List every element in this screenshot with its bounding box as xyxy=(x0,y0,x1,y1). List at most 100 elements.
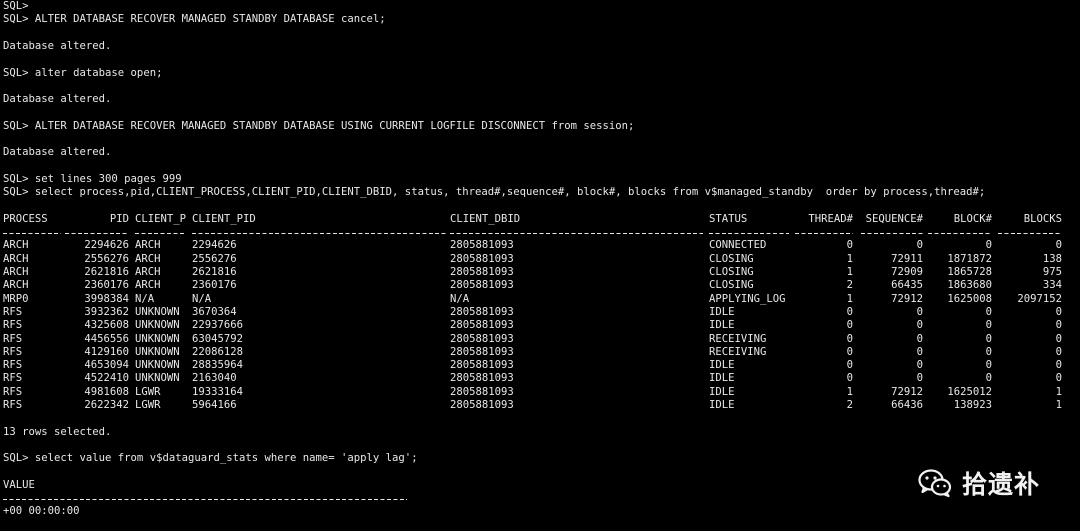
table-cell: 22086128 xyxy=(192,345,244,358)
table-cell: 0 xyxy=(916,319,923,332)
table-cell: UNKNOWN xyxy=(135,345,180,358)
table-row: ARCH 2621816 ARCH 2621816 2805881093 CLOSING 1… xyxy=(3,266,1079,279)
table-cell: N/A xyxy=(192,292,212,305)
table-cell: 4129160 xyxy=(84,345,129,358)
table-cell: N/A xyxy=(135,292,155,305)
table-cell: 975 xyxy=(1042,266,1062,278)
table-cell: 1 xyxy=(846,266,853,278)
terminal-output[interactable]: SQL> SQL> ALTER DATABASE RECOVER MANAGED … xyxy=(3,0,1079,531)
table-cell: RFS xyxy=(3,319,23,332)
table-cell: 2097152 xyxy=(1017,292,1062,305)
table-cell: 0 xyxy=(985,359,992,372)
table-cell: 0 xyxy=(846,319,853,332)
table-row: RFS 4325608 UNKNOWN 22937666 2805881093 IDLE 0… xyxy=(3,319,1079,332)
column-header: BLOCK# xyxy=(953,212,992,225)
table-cell: 2805881093 xyxy=(450,252,514,265)
table-cell: 0 xyxy=(985,332,992,345)
table-cell: 1 xyxy=(846,252,853,265)
table-cell: 2805881093 xyxy=(450,279,514,292)
console-line: SQL> select value from v$dataguard_stats… xyxy=(3,452,418,465)
table-row: RFS 4522410 UNKNOWN 2163040 2805881093 IDLE 0 0… xyxy=(3,372,1079,385)
table-cell: N/A xyxy=(450,292,470,305)
table-cell: ARCH xyxy=(3,266,29,278)
table-cell: 2805881093 xyxy=(450,332,514,345)
table-cell: 1865728 xyxy=(947,266,992,278)
table-cell: 2805881093 xyxy=(450,399,514,411)
table-cell: LGWR xyxy=(135,399,161,411)
table-row: ARCH 2294626 ARCH 2294626 2805881093 CONNECTE… xyxy=(3,239,1079,252)
watermark-text: 拾遗补 xyxy=(962,470,1041,499)
table-cell: 2360176 xyxy=(192,279,237,292)
dash-rule xyxy=(861,226,923,240)
table-cell: UNKNOWN xyxy=(135,305,180,318)
table-cell: 2805881093 xyxy=(450,372,514,385)
table-cell: 0 xyxy=(985,319,992,332)
table-cell: RFS xyxy=(3,399,23,411)
table-cell: 0 xyxy=(985,372,992,385)
table-row: ARCH 2360176 ARCH 2360176 2805881093 CLOSING 2… xyxy=(3,279,1079,292)
table-cell: 0 xyxy=(985,239,992,252)
column-header: PID xyxy=(109,212,129,225)
table-cell: 63045792 xyxy=(192,332,244,345)
table-cell: 4653094 xyxy=(84,359,129,372)
table-cell: ARCH xyxy=(135,252,161,265)
table-cell: 0 xyxy=(1055,359,1062,372)
console-line: SQL> set lines 300 pages 999 xyxy=(3,172,182,185)
dash-rule xyxy=(709,226,789,240)
table-cell: 3998384 xyxy=(84,292,129,305)
table-cell: 5964166 xyxy=(192,399,237,411)
console-line: Database altered. xyxy=(3,93,112,106)
table-cell: 28835964 xyxy=(192,359,244,372)
table-cell: 19333164 xyxy=(192,385,244,398)
table-cell: 2805881093 xyxy=(450,305,514,318)
table-cell: RFS xyxy=(3,385,23,398)
table-cell: ARCH xyxy=(3,279,29,292)
table-cell: 0 xyxy=(916,372,923,385)
console-line: Database altered. xyxy=(3,146,112,159)
table-cell: 2 xyxy=(846,279,853,292)
table-cell: 2805881093 xyxy=(450,239,514,252)
table-row: RFS 4456556 UNKNOWN 63045792 2805881093 RECEI… xyxy=(3,333,1079,346)
table-cell: ARCH xyxy=(135,239,161,252)
table-cell: 0 xyxy=(846,359,853,372)
table-cell: RFS xyxy=(3,359,23,372)
table-row: RFS 3932362 UNKNOWN 3670364 2805881093 IDLE 0 0… xyxy=(3,306,1079,319)
table-cell: 0 xyxy=(1055,332,1062,345)
console-line: Database altered. xyxy=(3,39,112,52)
dash-rule xyxy=(450,226,703,240)
watermark: 拾遗补 xyxy=(918,461,1040,505)
table-cell: 1863680 xyxy=(947,279,992,292)
table-cell: 4522410 xyxy=(84,372,129,385)
table-cell: 0 xyxy=(916,359,923,372)
wechat-icon xyxy=(918,469,952,498)
table-cell: 0 xyxy=(1055,239,1062,252)
table-cell: 4456556 xyxy=(84,332,129,345)
dash-rule xyxy=(135,226,186,240)
table-row: RFS 4981608 LGWR 19333164 2805881093 IDLE 1 729… xyxy=(3,386,1079,399)
console-line: VALUE xyxy=(3,478,35,491)
console-line: SQL> alter database open; xyxy=(3,66,163,79)
table-cell: ARCH xyxy=(3,239,29,252)
column-header: CLIENT_P xyxy=(135,212,187,225)
table-cell: 0 xyxy=(985,305,992,318)
table-row: RFS 2622342 LGWR 5964166 2805881093 IDLE 2 6643… xyxy=(3,399,1079,412)
dash-rule xyxy=(3,226,61,240)
column-header: CLIENT_DBID xyxy=(450,212,521,225)
table-cell: 72912 xyxy=(891,292,923,305)
table-cell: 138923 xyxy=(953,399,992,411)
table-cell: 0 xyxy=(1055,345,1062,358)
table-cell: 2805881093 xyxy=(450,359,514,372)
table-row: RFS 4129160 UNKNOWN 22086128 2805881093 RECEI… xyxy=(3,346,1079,359)
table-cell: 0 xyxy=(846,332,853,345)
console-line: SQL> xyxy=(3,0,29,12)
dash-rule xyxy=(3,492,407,506)
column-header: BLOCKS xyxy=(1023,212,1062,225)
table-cell: 1 xyxy=(846,385,853,398)
table-cell: 1 xyxy=(1055,385,1062,398)
dash-rule xyxy=(998,226,1062,240)
table-cell: 0 xyxy=(846,345,853,358)
table-cell: 2805881093 xyxy=(450,385,514,398)
table-cell: UNKNOWN xyxy=(135,359,180,372)
table-cell: 334 xyxy=(1042,279,1062,292)
column-header: PROCESS xyxy=(3,212,48,225)
